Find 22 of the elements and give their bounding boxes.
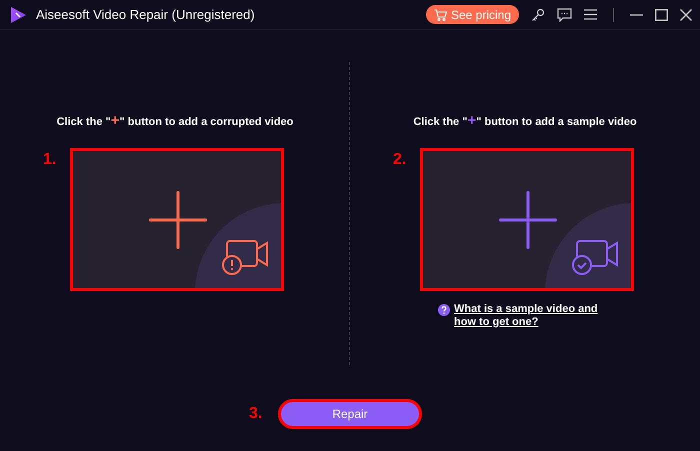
help-icon xyxy=(438,304,450,316)
close-icon[interactable] xyxy=(680,8,692,20)
plus-icon xyxy=(499,190,557,248)
chat-icon[interactable] xyxy=(557,8,572,22)
help-link[interactable]: What is a sample video and how to get one? xyxy=(454,302,604,328)
add-video-area[interactable] xyxy=(70,148,284,290)
repair-button[interactable]: Repair xyxy=(278,399,422,429)
see-pricing-button[interactable]: See pricing xyxy=(426,5,519,24)
minimize-icon[interactable] xyxy=(630,14,643,16)
menu-icon[interactable] xyxy=(584,9,597,20)
step-number: 2. xyxy=(393,150,406,170)
key-icon[interactable] xyxy=(531,8,545,22)
maximize-icon[interactable] xyxy=(655,8,668,20)
add-video-area[interactable] xyxy=(420,148,634,290)
step-number: 3. xyxy=(249,404,262,424)
instruction-text: Click the "+" button to add a corrupted video xyxy=(56,114,294,130)
instruction-text: Click the "+" button to add a sample video xyxy=(413,114,637,130)
cart-icon xyxy=(434,8,447,20)
app-logo-icon xyxy=(8,4,28,24)
window-title: Aiseesoft Video Repair (Unregistered) xyxy=(36,6,255,24)
plus-icon xyxy=(149,190,207,248)
step-number: 1. xyxy=(43,150,56,170)
